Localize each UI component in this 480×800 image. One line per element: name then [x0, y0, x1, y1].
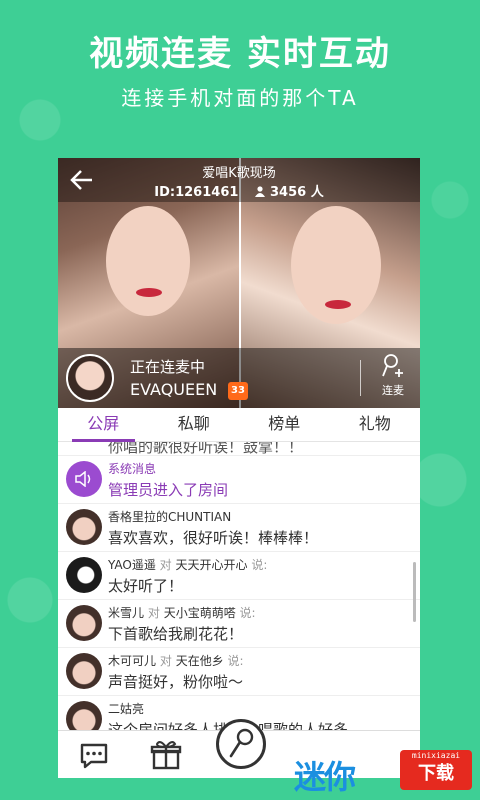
chat-message: 香格里拉的CHUNTIAN 喜欢喜欢，很好听诶！棒棒棒！: [58, 504, 420, 552]
host-name: EVAQUEEN: [130, 380, 218, 399]
chat-message: 木可可儿 对 天在他乡 说: 声音挺好，粉你啦～: [58, 648, 420, 696]
promo-title: 视频连麦 实时互动: [89, 34, 391, 74]
person-icon: [255, 186, 266, 197]
room-title: 爱唱K歌现场: [202, 166, 276, 181]
level-badge: 33: [228, 382, 248, 400]
join-mic-button[interactable]: 连麦: [370, 352, 416, 404]
message-user[interactable]: YAO遥遥 对 天天开心开心 说:: [108, 556, 267, 573]
gift-button[interactable]: [148, 737, 184, 773]
message-text: 下首歌给我刷花花！: [108, 625, 244, 643]
tab-gifts[interactable]: 礼物: [330, 408, 421, 441]
tab-public[interactable]: 公屏: [58, 408, 149, 442]
sing-button[interactable]: [216, 719, 266, 769]
room-meta: ID:1261461 3456 人: [58, 181, 420, 200]
promo-subtitle: 连接手机对面的那个TA: [121, 86, 359, 110]
chat-message: 系统消息 管理员进入了房间: [58, 456, 420, 504]
chat-tabs: 公屏 私聊 榜单 礼物: [58, 408, 420, 442]
system-avatar: [66, 461, 102, 497]
room-id: ID:1261461: [154, 185, 239, 200]
host-avatar[interactable]: [66, 354, 114, 402]
message-text: 管理员进入了房间: [108, 481, 229, 499]
chat-bubble-icon: [80, 743, 108, 769]
avatar[interactable]: [66, 701, 102, 730]
host-bar: 正在连麦中 EVAQUEEN 33 连麦: [58, 348, 420, 408]
message-user[interactable]: 米雪儿 对 天小宝萌萌嗒 说:: [108, 604, 256, 621]
avatar[interactable]: [66, 605, 102, 641]
message-text: 太好听了！: [108, 577, 184, 595]
avatar[interactable]: [66, 557, 102, 593]
chat-button[interactable]: [76, 737, 112, 773]
chat-message: 你唱的歌很好听诶！鼓掌！！: [58, 442, 420, 456]
phone-screen: 爱唱K歌现场 ID:1261461 3456 人 正在连麦中 EVAQUEEN …: [58, 158, 420, 778]
avatar[interactable]: [66, 509, 102, 545]
message-user[interactable]: 木可可儿 对 天在他乡 说:: [108, 652, 244, 669]
join-mic-label: 连麦: [382, 384, 404, 397]
message-user[interactable]: 香格里拉的CHUNTIAN: [108, 508, 231, 525]
watermark-badge: minixiazai 下载: [400, 750, 472, 790]
divider: [360, 360, 361, 396]
message-user: 系统消息: [108, 462, 157, 476]
viewer-count: 3456 人: [270, 185, 324, 200]
video-area: 爱唱K歌现场 ID:1261461 3456 人 正在连麦中 EVAQUEEN …: [58, 158, 420, 408]
gift-icon: [150, 741, 182, 770]
tab-private[interactable]: 私聊: [149, 408, 240, 441]
avatar[interactable]: [66, 653, 102, 689]
host-status: 正在连麦中: [130, 358, 206, 376]
scrollbar[interactable]: [413, 562, 416, 622]
site-watermark: 迷你 minixiazai 下载: [288, 748, 474, 796]
message-text: 喜欢喜欢，很好听诶！棒棒棒！: [108, 529, 319, 547]
chat-message: YAO遥遥 对 天天开心开心 说: 太好听了！: [58, 552, 420, 600]
chat-list[interactable]: 你唱的歌很好听诶！鼓掌！！ 系统消息 管理员进入了房间 香格里拉的CHUNTIA…: [58, 442, 420, 730]
speaker-icon: [75, 471, 91, 487]
message-text: 声音挺好，粉你啦～: [108, 673, 244, 691]
mic-icon: [229, 728, 254, 758]
message-text: 你唱的歌很好听诶！鼓掌！！: [108, 442, 304, 456]
chat-message: 米雪儿 对 天小宝萌萌嗒 说: 下首歌给我刷花花！: [58, 600, 420, 648]
watermark-logo: 迷你: [294, 758, 356, 796]
message-user[interactable]: 二姑亮: [108, 700, 144, 717]
tab-ranking[interactable]: 榜单: [239, 408, 330, 441]
mic-plus-icon: [382, 354, 403, 377]
room-header: 爱唱K歌现场 ID:1261461 3456 人: [58, 158, 420, 202]
